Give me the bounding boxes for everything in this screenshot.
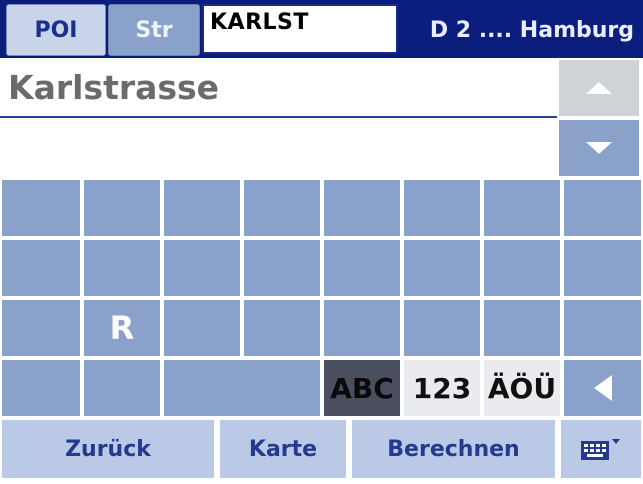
tab-poi[interactable]: POI xyxy=(6,4,106,56)
result-item[interactable]: Karlstrasse xyxy=(0,58,557,118)
keypad-key[interactable] xyxy=(242,298,322,358)
keypad-key[interactable] xyxy=(0,238,82,298)
keypad-key[interactable] xyxy=(0,298,82,358)
result-item[interactable] xyxy=(0,120,557,178)
keypad-key[interactable] xyxy=(82,178,162,238)
keypad-mode-numeric[interactable]: 123 xyxy=(402,358,482,418)
keypad-key[interactable] xyxy=(482,178,562,238)
keypad-key[interactable] xyxy=(562,238,643,298)
keypad-key[interactable] xyxy=(82,358,162,418)
keyboard-button[interactable] xyxy=(559,418,643,480)
keypad-mode-abc[interactable]: ABC xyxy=(322,358,402,418)
keypad-key[interactable] xyxy=(0,358,82,418)
scroll-down-button[interactable] xyxy=(559,120,639,176)
tab-street[interactable]: Str xyxy=(108,4,200,56)
keypad-key[interactable] xyxy=(402,178,482,238)
keypad-key[interactable] xyxy=(562,298,643,358)
keypad-key[interactable] xyxy=(322,178,402,238)
keypad-key[interactable] xyxy=(402,298,482,358)
keypad-key[interactable] xyxy=(162,178,242,238)
keypad-key[interactable] xyxy=(0,178,82,238)
keypad-key[interactable] xyxy=(162,298,242,358)
keypad-key[interactable] xyxy=(242,178,322,238)
keypad-key[interactable] xyxy=(162,238,242,298)
keypad: R ABC 123 ÄÖÜ xyxy=(0,178,643,418)
keypad-key[interactable] xyxy=(322,238,402,298)
region-label[interactable]: D 2 .... Hamburg xyxy=(404,4,640,56)
keypad-key[interactable] xyxy=(482,238,562,298)
backspace-button[interactable] xyxy=(562,358,643,418)
keypad-key[interactable] xyxy=(162,358,322,418)
keypad-key[interactable] xyxy=(242,238,322,298)
keypad-key[interactable] xyxy=(322,298,402,358)
map-button[interactable]: Karte xyxy=(218,418,348,480)
keypad-key[interactable] xyxy=(482,298,562,358)
calculate-button[interactable]: Berechnen xyxy=(350,418,557,480)
keyboard-icon xyxy=(581,439,620,460)
keypad-key[interactable] xyxy=(562,178,643,238)
triangle-up-icon xyxy=(586,82,612,94)
back-button[interactable]: Zurück xyxy=(0,418,216,480)
keypad-mode-umlaut[interactable]: ÄÖÜ xyxy=(482,358,562,418)
keypad-key[interactable] xyxy=(82,238,162,298)
search-input[interactable]: KARLST xyxy=(202,4,398,54)
keypad-key[interactable]: R xyxy=(82,298,162,358)
scroll-up-button[interactable] xyxy=(559,60,639,116)
triangle-left-icon xyxy=(593,375,612,401)
triangle-down-icon xyxy=(586,142,612,154)
keypad-key[interactable] xyxy=(402,238,482,298)
